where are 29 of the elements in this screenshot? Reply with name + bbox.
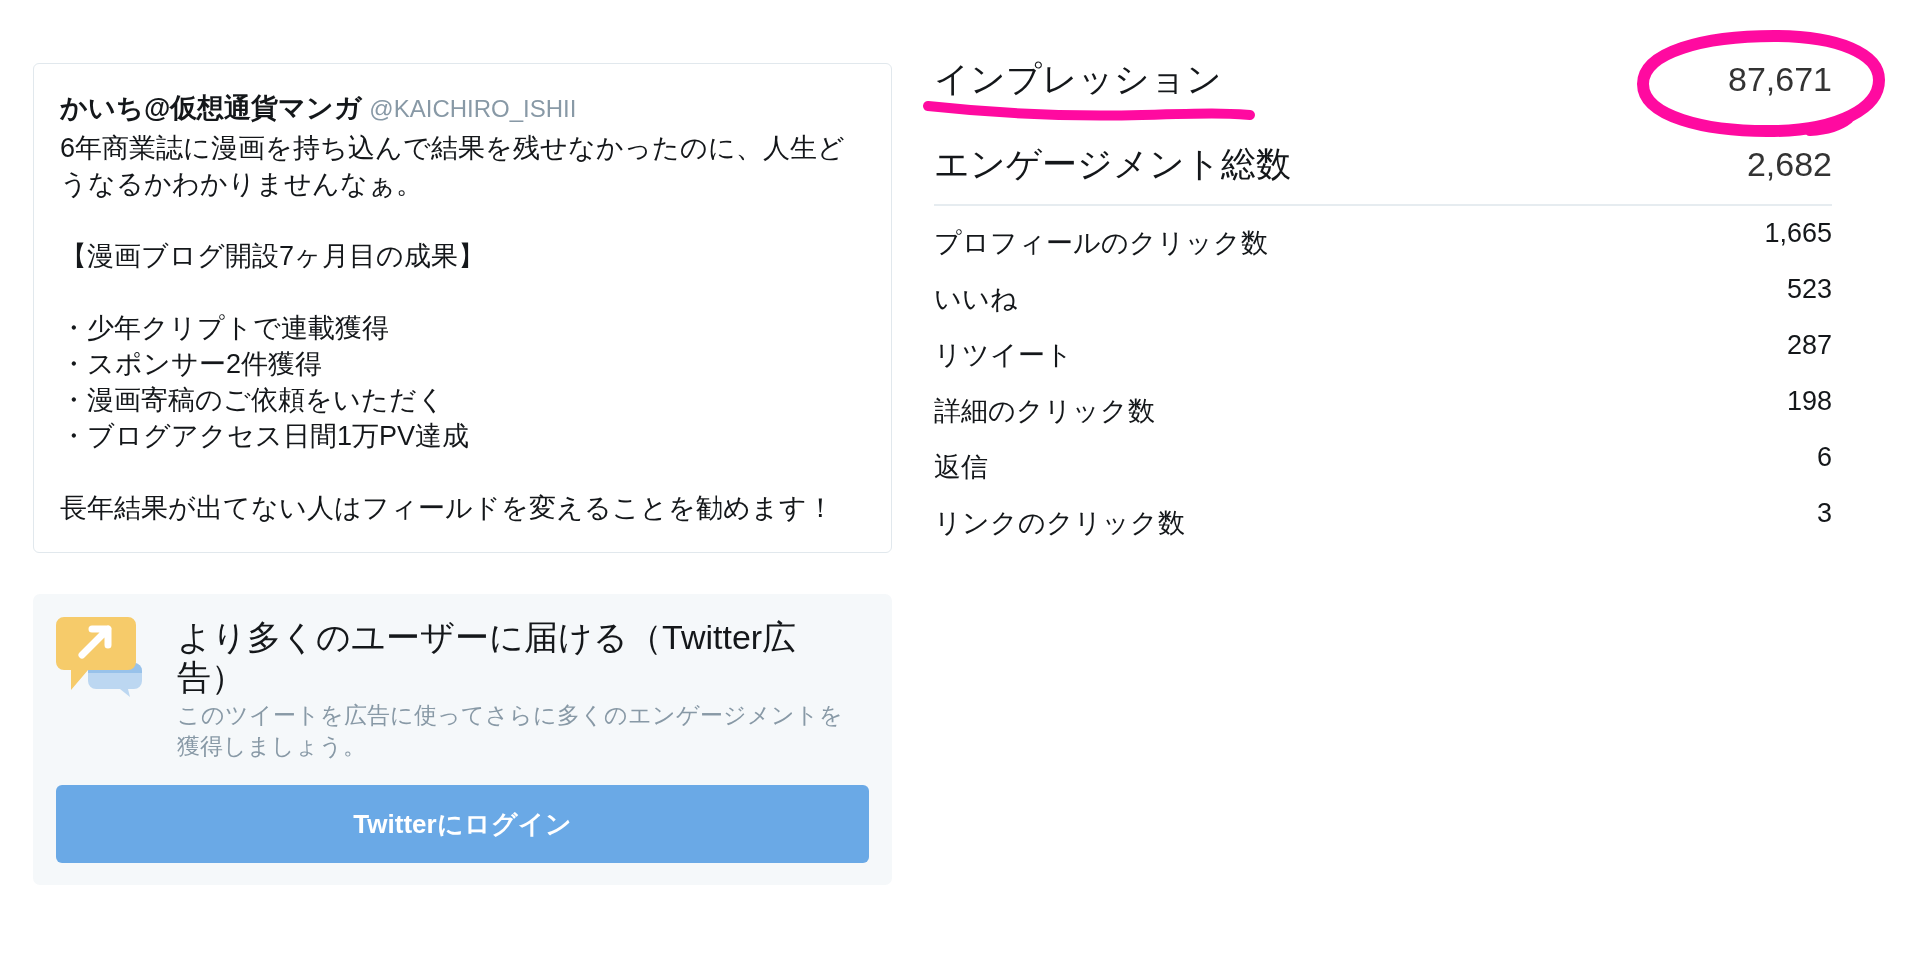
tweet-text: ・スポンサー2件獲得	[60, 348, 323, 381]
tweet-text: 【漫画ブログ開設7ヶ月目の成果】	[60, 240, 486, 273]
stat-label: 詳細のクリック数	[934, 395, 1155, 428]
metric-label: エンゲージメント総数	[934, 143, 1291, 185]
stat-label: リツイート	[934, 339, 1073, 372]
metric-value: 87,671	[1728, 59, 1832, 100]
author-name: かいち@仮想通貨マンガ	[60, 93, 363, 123]
tweet-text: 6年商業誌に漫画を持ち込んで結果を残せなかったのに、人生どうなるかわかりませんなぁ。	[60, 132, 847, 201]
tweet-text: 長年結果が出てない人はフィールドを変えることを勧めます！	[60, 492, 834, 525]
metric-value: 2,682	[1746, 144, 1832, 185]
stat-value: 523	[1786, 273, 1832, 306]
metric-label: インプレッション	[934, 58, 1222, 100]
tweet-text: ・ブログアクセス日間1万PV達成	[60, 420, 470, 453]
speech-bubbles-icon	[56, 617, 142, 697]
promo-title: より多くのユーザーに届ける（Twitter広告）	[177, 617, 798, 697]
promo-description: このツイートを広告に使ってさらに多くのエンゲージメントを獲得しましょう。	[177, 701, 844, 761]
stat-value: 3	[1816, 497, 1832, 530]
stat-value: 6	[1816, 441, 1832, 474]
stat-label: いいね	[934, 283, 1018, 316]
tweet-text: ・漫画寄稿のご依頼をいただく	[60, 384, 445, 417]
stat-label: リンクのクリック数	[934, 507, 1185, 540]
stat-value: 198	[1786, 385, 1832, 418]
stat-label: 返信	[934, 451, 988, 484]
author-handle: @KAICHIRO_ISHII	[369, 95, 577, 122]
stat-value: 1,665	[1764, 217, 1832, 250]
login-button[interactable]: Twitterにログイン	[56, 785, 869, 863]
tweet-text: ・少年クリプトで連載獲得	[60, 312, 389, 345]
stat-label: プロフィールのクリック数	[934, 227, 1268, 260]
stat-value: 287	[1786, 329, 1832, 362]
